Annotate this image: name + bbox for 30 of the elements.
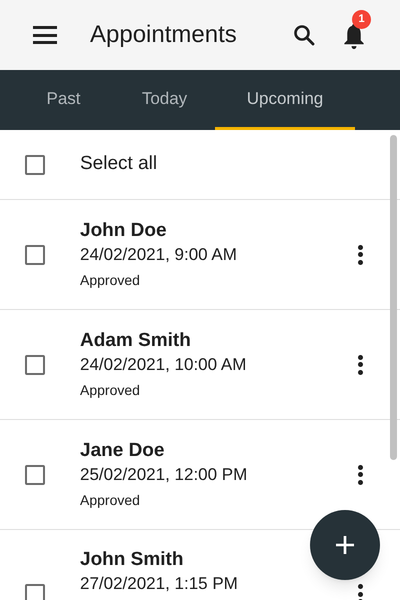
patient-name: Adam Smith [80,328,192,352]
more-options-icon[interactable] [357,464,363,484]
checkbox[interactable] [25,464,45,484]
more-options-icon[interactable] [357,584,363,600]
more-options-icon[interactable] [357,354,363,374]
checkbox[interactable] [25,584,45,600]
status-label: Approved [80,270,141,290]
patient-name: John Doe [80,218,168,242]
select-all-label: Select all [80,152,158,176]
status-label: Approved [80,490,141,510]
appointment-time: 27/02/2021, 1:15 PM [80,573,238,595]
status-label: Approved [80,380,141,400]
search-icon[interactable] [292,23,316,47]
patient-name: Jane Doe [80,438,166,462]
tab[interactable]: Today [114,70,215,130]
appointment-time: 24/02/2021, 10:00 AM [80,354,246,376]
more-options-icon[interactable] [357,244,363,264]
patient-name: John Smith [80,548,184,572]
notification-badge: 1 [352,10,371,29]
checkbox[interactable] [25,154,45,174]
appointment-time: 24/02/2021, 9:00 AM [80,244,237,266]
appointment-time: 25/02/2021, 12:00 PM [80,464,248,486]
checkbox[interactable] [25,244,45,264]
tab[interactable]: Past [13,70,114,130]
plus-icon [335,535,355,555]
menu-icon[interactable] [33,26,57,44]
bell-icon[interactable] [342,23,366,50]
tab[interactable]: Upcoming [215,70,355,130]
checkbox[interactable] [25,354,45,374]
app-title: Appointments [90,20,237,50]
